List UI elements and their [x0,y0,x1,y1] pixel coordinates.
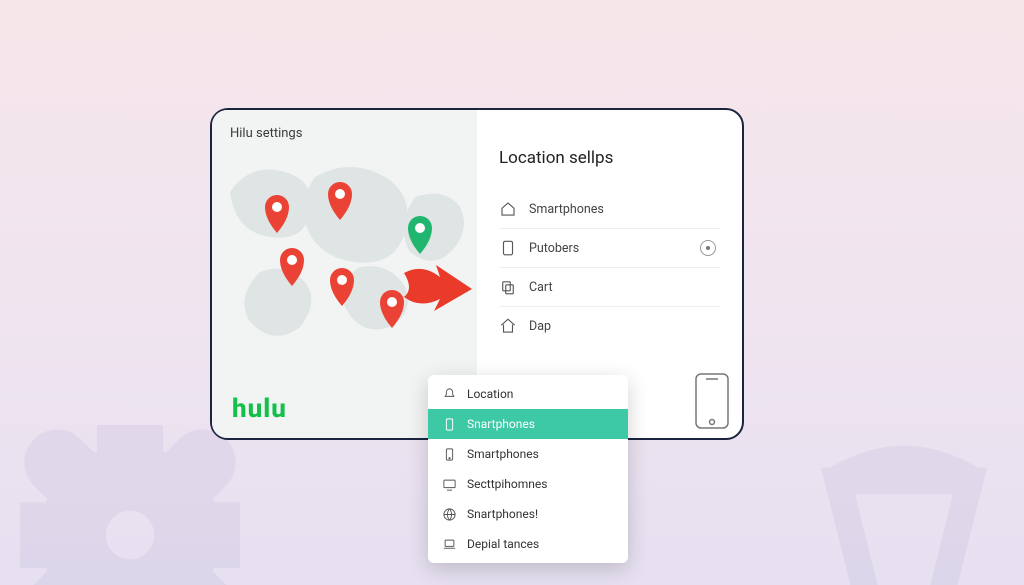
row-smartphones[interactable]: Smartphones [499,190,720,229]
phone-icon [442,417,457,432]
settings-list: Smartphones Putobers Cart Dap [499,190,720,345]
house-icon [499,200,517,218]
dropdown-item-smartphones[interactable]: Smartphones [428,439,628,469]
home-icon [499,317,517,335]
dropdown-label: Snartphones [467,417,535,431]
dropdown-menu: Location Snartphones Smartphones Secttpi… [428,375,628,563]
dropdown-label: Smartphones [467,447,539,461]
globe-icon [442,507,457,522]
monitor-icon [442,477,457,492]
dropdown-label: Depial tances [467,537,539,551]
bell-icon [442,387,457,402]
dropdown-item-location[interactable]: Location [428,379,628,409]
section-title: Location sellps [499,148,720,168]
dropdown-label: Snartphones! [467,507,538,521]
dropdown-label: Location [467,387,513,401]
row-label: Putobers [529,241,579,256]
row-label: Dap [529,319,551,334]
hulu-logo: hulu [232,394,287,424]
phone-illustration-icon [694,372,730,430]
dropdown-item-snartphones[interactable]: Snartphones [428,409,628,439]
dropdown-item-depial-tances[interactable]: Depial tances [428,529,628,559]
bg-bucket-icon [794,415,1014,585]
laptop-icon [442,537,457,552]
dropdown-item-snartphones-2[interactable]: Snartphones! [428,499,628,529]
radio-select[interactable] [700,240,716,256]
dropdown-item-secttpihomnes[interactable]: Secttpihomnes [428,469,628,499]
row-label: Cart [529,280,553,295]
row-putobers[interactable]: Putobers [499,229,720,268]
pointer-arrow-icon [400,259,474,321]
bg-gear-icon [20,425,240,585]
row-label: Smartphones [529,202,604,217]
dropdown-label: Secttpihomnes [467,477,547,491]
copy-icon [499,278,517,296]
phone-icon [442,447,457,462]
row-cart[interactable]: Cart [499,268,720,307]
device-icon [499,239,517,257]
row-dap[interactable]: Dap [499,307,720,345]
left-panel-title: Hilu settings [230,126,302,141]
